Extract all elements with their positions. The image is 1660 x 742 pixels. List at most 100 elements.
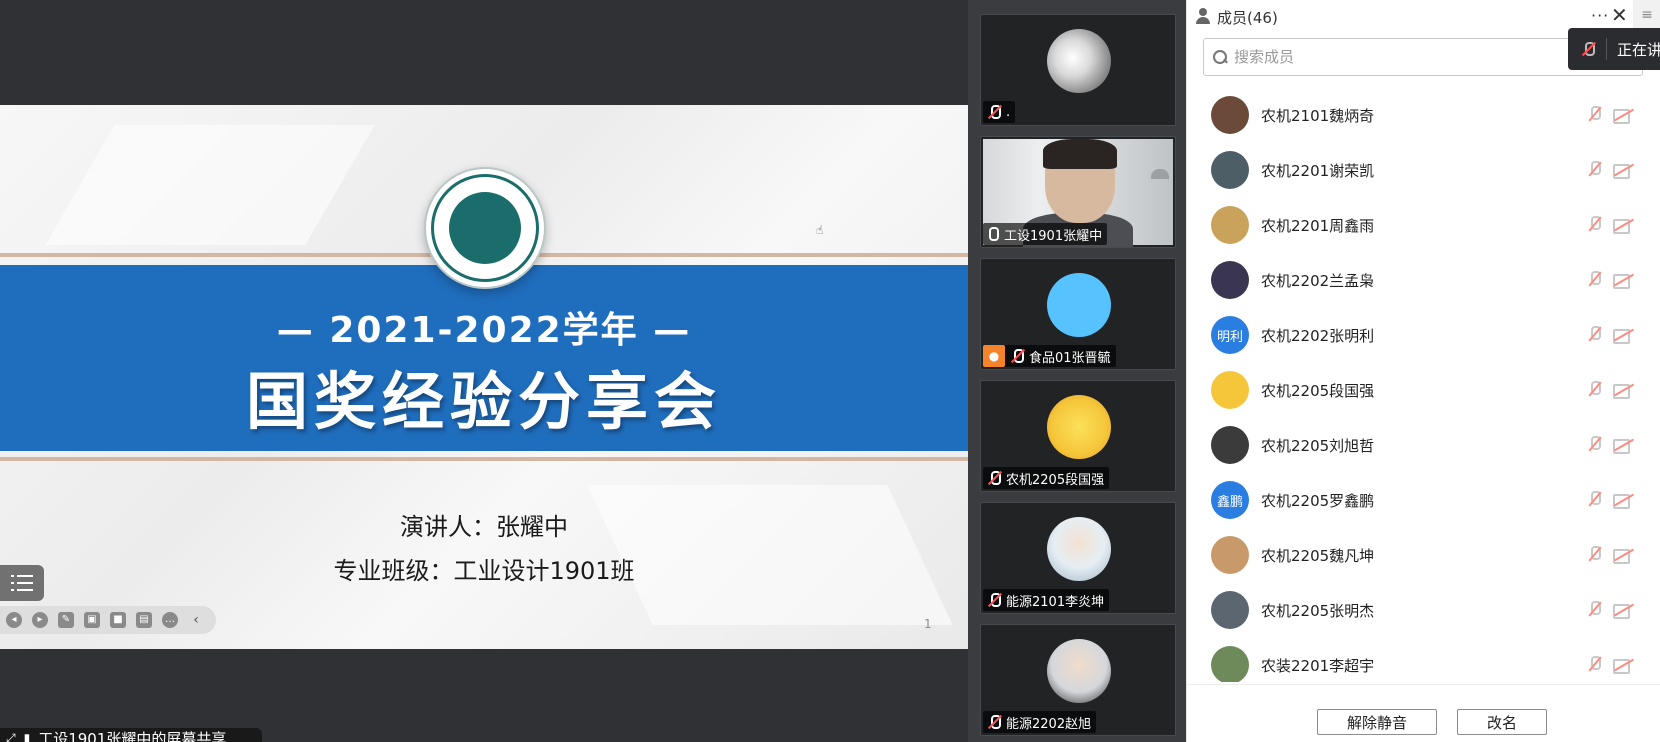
member-row[interactable]: 农机2201谢荣凯 bbox=[1187, 143, 1660, 198]
participant-avatar bbox=[1047, 395, 1111, 459]
participant-name: 能源2202赵旭 bbox=[1006, 716, 1092, 732]
more-icon[interactable]: ··· bbox=[1591, 6, 1609, 25]
member-row[interactable]: 农机2201周鑫雨 bbox=[1187, 198, 1660, 253]
member-avatar: 明利 bbox=[1211, 316, 1249, 354]
prev-slide-icon[interactable]: ◂ bbox=[6, 612, 22, 628]
members-panel-footer: 解除静音 改名 bbox=[1187, 684, 1660, 742]
participant-avatar bbox=[1047, 517, 1111, 581]
camera-off-icon[interactable] bbox=[1613, 383, 1635, 399]
camera-off-icon[interactable] bbox=[1613, 658, 1635, 674]
slide-class: 专业班级：工业设计1901班 bbox=[333, 557, 635, 585]
camera-off-icon[interactable] bbox=[1613, 603, 1635, 619]
mic-muted-icon[interactable] bbox=[1587, 436, 1603, 454]
participant-name: 食品01张晋毓 bbox=[1029, 350, 1111, 366]
collapse-toolbar-icon[interactable]: ‹ bbox=[188, 612, 204, 628]
member-row[interactable]: 农机2205张明杰 bbox=[1187, 583, 1660, 638]
college-seal-logo bbox=[424, 167, 546, 289]
mic-muted-icon[interactable] bbox=[1587, 491, 1603, 509]
camera-off-icon[interactable] bbox=[1613, 328, 1635, 344]
participant-name: 能源2101李炎坤 bbox=[1006, 594, 1105, 610]
speaking-toast: 正在讲 bbox=[1568, 28, 1660, 70]
pen-icon[interactable]: ✎ bbox=[58, 612, 74, 628]
video-tile[interactable]: ● 食品01张晋毓 bbox=[980, 258, 1176, 370]
camera-off-icon[interactable] bbox=[1613, 493, 1635, 509]
member-name: 农机2202兰孟枭 bbox=[1261, 272, 1375, 290]
list-icon bbox=[11, 575, 33, 591]
camera-off-icon[interactable] bbox=[1613, 548, 1635, 564]
focus-icon[interactable]: ▣ bbox=[84, 612, 100, 628]
camera-off-icon[interactable] bbox=[1613, 108, 1635, 124]
video-tile[interactable]: 工设1901张耀中 bbox=[980, 136, 1176, 248]
member-name: 农机2205魏凡坤 bbox=[1261, 547, 1375, 565]
mic-muted-icon[interactable] bbox=[1587, 601, 1603, 619]
video-tile[interactable]: 农机2205段国强 bbox=[980, 380, 1176, 492]
camera-off-icon[interactable] bbox=[1613, 163, 1635, 179]
slide-speaker: 演讲人：张耀中 bbox=[400, 513, 568, 541]
unmute-all-button[interactable]: 解除静音 bbox=[1317, 709, 1437, 735]
share-screen-icon: ⤢ bbox=[6, 730, 16, 742]
mic-muted-icon[interactable] bbox=[1587, 271, 1603, 289]
mic-muted-icon[interactable] bbox=[1587, 656, 1603, 674]
participant-avatar bbox=[1047, 29, 1111, 93]
member-name: 农机2205刘旭哲 bbox=[1261, 437, 1375, 455]
member-name: 农机2101魏炳奇 bbox=[1261, 107, 1375, 125]
participant-avatar bbox=[1047, 639, 1111, 703]
presentation-slide: — 2021-2022学年 — 国奖经验分享会 演讲人：张耀中 专业班级：工业设… bbox=[0, 105, 968, 649]
member-avatar bbox=[1211, 96, 1249, 134]
video-strip: . 工设1901张耀中 ● 食品01张晋毓 农机2205段国强 能源2101李炎… bbox=[968, 0, 1186, 742]
next-slide-icon[interactable]: ▸ bbox=[32, 612, 48, 628]
member-row[interactable]: 农机2205魏凡坤 bbox=[1187, 528, 1660, 583]
side-menu-icon[interactable]: ≡ bbox=[1633, 0, 1660, 30]
share-mic-icon: ▮ bbox=[23, 731, 31, 742]
member-row[interactable]: 鑫鹏 农机2205罗鑫鹏 bbox=[1187, 473, 1660, 528]
video-tile[interactable]: . bbox=[980, 14, 1176, 126]
member-avatar bbox=[1211, 426, 1249, 464]
member-avatar bbox=[1211, 261, 1249, 299]
member-row[interactable]: 农机2205刘旭哲 bbox=[1187, 418, 1660, 473]
slide-toolbar: ◂ ▸ ✎ ▣ ■ ▤ … ‹ bbox=[0, 606, 216, 634]
mic-muted-icon[interactable] bbox=[1587, 216, 1603, 234]
member-row[interactable]: 农装2201李超宇 bbox=[1187, 638, 1660, 682]
member-avatar bbox=[1211, 536, 1249, 574]
mic-muted-icon[interactable] bbox=[1587, 546, 1603, 564]
person-icon: ● bbox=[983, 345, 1005, 367]
mic-muted-icon bbox=[1580, 41, 1596, 57]
mic-muted-icon[interactable] bbox=[1587, 161, 1603, 179]
member-row[interactable]: 农机2202兰孟枭 bbox=[1187, 253, 1660, 308]
camera-icon[interactable]: ■ bbox=[110, 612, 126, 628]
screen-share-label: ⤢ ▮ 工设1901张耀中的屏幕共享 bbox=[0, 728, 262, 742]
member-name: 农机2201谢荣凯 bbox=[1261, 162, 1375, 180]
member-row[interactable]: 农机2205段国强 bbox=[1187, 363, 1660, 418]
camera-off-icon[interactable] bbox=[1613, 273, 1635, 289]
hand-cursor-icon: ☝ bbox=[816, 223, 824, 237]
video-tile[interactable]: 能源2101李炎坤 bbox=[980, 502, 1176, 614]
mic-muted-icon[interactable] bbox=[1587, 381, 1603, 399]
member-name: 农机2202张明利 bbox=[1261, 327, 1375, 345]
slide-divider-bottom bbox=[0, 457, 968, 461]
member-name: 农装2201李超宇 bbox=[1261, 657, 1375, 675]
participant-name: 农机2205段国强 bbox=[1006, 472, 1105, 488]
meeting-window: — 2021-2022学年 — 国奖经验分享会 演讲人：张耀中 专业班级：工业设… bbox=[0, 0, 1660, 742]
participant-avatar bbox=[1047, 273, 1111, 337]
comment-icon[interactable]: ▤ bbox=[136, 612, 152, 628]
member-avatar bbox=[1211, 591, 1249, 629]
member-row[interactable]: 明利 农机2202张明利 bbox=[1187, 308, 1660, 363]
slide-main-title: 国奖经验分享会 bbox=[245, 365, 722, 438]
camera-off-icon[interactable] bbox=[1613, 218, 1635, 234]
speaking-toast-text: 正在讲 bbox=[1617, 40, 1660, 59]
screen-share-label-text: 工设1901张耀中的屏幕共享 bbox=[38, 729, 227, 742]
mic-muted-icon[interactable] bbox=[1587, 106, 1603, 124]
more-options-icon[interactable]: … bbox=[162, 612, 178, 628]
mic-muted-icon bbox=[986, 470, 1002, 486]
rename-button[interactable]: 改名 bbox=[1457, 709, 1547, 735]
mic-muted-icon[interactable] bbox=[1587, 326, 1603, 344]
member-name: 农机2205罗鑫鹏 bbox=[1261, 492, 1375, 510]
camera-off-icon[interactable] bbox=[1613, 438, 1635, 454]
member-row[interactable]: 农机2101魏炳奇 bbox=[1187, 88, 1660, 143]
close-icon[interactable]: ✕ bbox=[1611, 3, 1628, 27]
member-avatar: 鑫鹏 bbox=[1211, 481, 1249, 519]
mic-muted-icon bbox=[986, 714, 1002, 730]
video-tile[interactable]: 能源2202赵旭 bbox=[980, 624, 1176, 736]
slide-menu-button[interactable] bbox=[0, 565, 44, 601]
participant-name: 工设1901张耀中 bbox=[1004, 228, 1103, 244]
